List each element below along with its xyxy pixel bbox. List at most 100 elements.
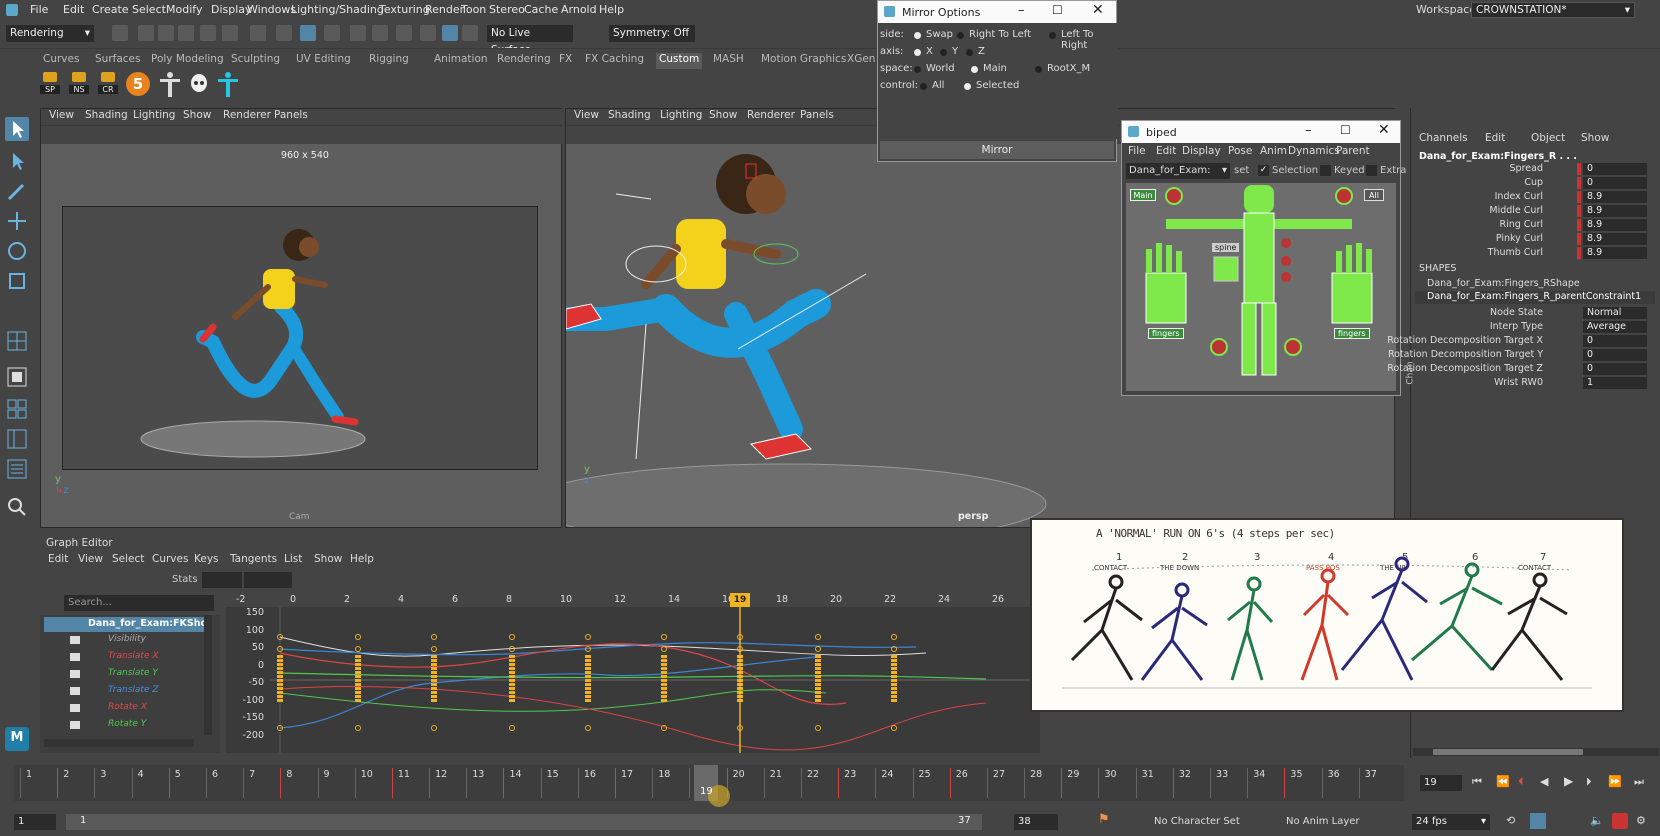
graph-key[interactable] bbox=[661, 634, 667, 640]
graph-key[interactable] bbox=[355, 671, 361, 674]
channel-row[interactable]: Index Curl 8.9 bbox=[1411, 191, 1647, 205]
status-tool-icon[interactable] bbox=[300, 25, 316, 41]
shelf-tab-motion-graphics[interactable]: Motion Graphics bbox=[758, 53, 849, 69]
graph-key[interactable] bbox=[585, 675, 591, 678]
biped-menu-dynamics[interactable]: Dynamics bbox=[1288, 145, 1340, 157]
mirror-button[interactable]: Mirror bbox=[880, 141, 1114, 159]
maximize-icon[interactable]: ☐ bbox=[1340, 123, 1351, 137]
graph-key[interactable] bbox=[277, 683, 283, 686]
shelf-sp-button[interactable]: SP bbox=[40, 71, 60, 99]
step-forward-key-icon[interactable]: ⏩ bbox=[1608, 775, 1622, 788]
graph-key[interactable] bbox=[277, 695, 283, 698]
graph-key[interactable] bbox=[815, 659, 821, 662]
channel-menu-show[interactable]: Show bbox=[1581, 132, 1609, 144]
graph-key[interactable] bbox=[509, 659, 515, 662]
graph-key[interactable] bbox=[815, 687, 821, 690]
graph-key[interactable] bbox=[277, 691, 283, 694]
graph-key[interactable] bbox=[815, 695, 821, 698]
graph-key[interactable] bbox=[661, 675, 667, 678]
graph-key[interactable] bbox=[661, 659, 667, 662]
close-icon[interactable]: ✕ bbox=[1378, 122, 1390, 138]
biped-menu-edit[interactable]: Edit bbox=[1156, 145, 1176, 157]
outliner-node-row[interactable]: Dana_for_Exam:FKShoulde bbox=[44, 617, 206, 632]
graph-key[interactable] bbox=[431, 683, 437, 686]
graph-key[interactable] bbox=[509, 687, 515, 690]
channel-value[interactable]: 0 bbox=[1583, 349, 1647, 361]
maya-ava-icon[interactable]: M bbox=[5, 727, 29, 751]
graph-key[interactable] bbox=[585, 667, 591, 670]
graph-key[interactable] bbox=[509, 675, 515, 678]
graph-key[interactable] bbox=[431, 634, 437, 640]
graph-menu-list[interactable]: List bbox=[284, 553, 302, 565]
skull-icon[interactable] bbox=[188, 73, 210, 97]
graph-key[interactable] bbox=[891, 695, 897, 698]
shelf-cr-button[interactable]: CR bbox=[98, 71, 118, 99]
graph-key[interactable] bbox=[891, 659, 897, 662]
graph-key[interactable] bbox=[815, 691, 821, 694]
status-tool-icon[interactable] bbox=[324, 25, 340, 41]
graph-key[interactable] bbox=[891, 655, 897, 658]
graph-key[interactable] bbox=[431, 655, 437, 658]
channel-row[interactable]: Middle Curl 8.9 bbox=[1411, 205, 1647, 219]
shelf-tab-xgen[interactable]: XGen bbox=[844, 53, 878, 69]
graph-key[interactable] bbox=[815, 675, 821, 678]
graph-key[interactable] bbox=[509, 679, 515, 682]
fingers-left-label[interactable]: fingers bbox=[1148, 328, 1184, 339]
graph-key[interactable] bbox=[277, 679, 283, 682]
shelf-tab-fx[interactable]: FX bbox=[556, 53, 575, 69]
namespace-select[interactable]: Dana_for_Exam: ▾ bbox=[1126, 163, 1230, 179]
close-icon[interactable]: ✕ bbox=[1092, 2, 1104, 18]
graph-key[interactable] bbox=[661, 671, 667, 674]
status-tool-icon[interactable] bbox=[442, 25, 458, 41]
workspace-select[interactable]: CROWNSTATION* ▾ bbox=[1471, 2, 1635, 18]
current-frame-marker[interactable]: 19 bbox=[730, 593, 750, 607]
graph-key[interactable] bbox=[509, 655, 515, 658]
graph-key[interactable] bbox=[661, 687, 667, 690]
lasso-tool-button[interactable] bbox=[5, 149, 29, 173]
settings-icon[interactable]: ⚙ bbox=[1636, 814, 1646, 827]
channel-menu-object[interactable]: Object bbox=[1531, 132, 1565, 144]
graph-key[interactable] bbox=[585, 671, 591, 674]
shelf-tab-fx-caching[interactable]: FX Caching bbox=[582, 53, 647, 69]
channel-row[interactable]: Rotation Decomposition Target Z0 bbox=[1387, 363, 1647, 377]
menu-windows[interactable]: Windows bbox=[247, 3, 296, 16]
symmetry-select[interactable]: Symmetry: Off bbox=[609, 25, 695, 42]
graph-key[interactable] bbox=[815, 663, 821, 666]
graph-key[interactable] bbox=[509, 725, 515, 731]
outliner-channel-row[interactable]: Visibility bbox=[40, 633, 210, 649]
layout-single-button[interactable] bbox=[5, 329, 29, 353]
graph-key[interactable] bbox=[355, 675, 361, 678]
shelf-tab-rigging[interactable]: Rigging bbox=[366, 53, 412, 69]
status-tool-icon[interactable] bbox=[372, 25, 388, 41]
channel-value[interactable]: 0 bbox=[1583, 335, 1647, 347]
status-tool-icon[interactable] bbox=[138, 25, 154, 41]
graph-key[interactable] bbox=[815, 655, 821, 658]
graph-key[interactable] bbox=[277, 663, 283, 666]
graph-key[interactable] bbox=[509, 671, 515, 674]
status-tool-icon[interactable] bbox=[396, 25, 412, 41]
mirror-radio[interactable] bbox=[964, 83, 971, 90]
graph-key[interactable] bbox=[509, 691, 515, 694]
graph-key[interactable] bbox=[431, 671, 437, 674]
shelf-ns-button[interactable]: NS bbox=[69, 71, 89, 99]
outliner-channel-row[interactable]: Translate X bbox=[40, 650, 210, 666]
go-to-start-icon[interactable]: ⏮ bbox=[1472, 775, 1482, 789]
menu-select[interactable]: Select bbox=[132, 3, 166, 16]
graph-key[interactable] bbox=[661, 691, 667, 694]
graph-key[interactable] bbox=[661, 683, 667, 686]
menu-display[interactable]: Display bbox=[211, 3, 252, 16]
status-tool-icon[interactable] bbox=[222, 25, 238, 41]
biped-menu-pose[interactable]: Pose bbox=[1228, 145, 1252, 157]
graph-key[interactable] bbox=[355, 679, 361, 682]
status-tool-icon[interactable] bbox=[158, 25, 174, 41]
menu-edit[interactable]: Edit bbox=[63, 3, 84, 16]
graph-key[interactable] bbox=[891, 667, 897, 670]
shelf-tab-surfaces[interactable]: Surfaces bbox=[92, 53, 143, 69]
menu-texturing[interactable]: Texturing bbox=[379, 3, 430, 16]
channel-row[interactable]: Thumb Curl 8.9 bbox=[1411, 247, 1647, 261]
tpose-cyan-icon[interactable] bbox=[216, 71, 240, 99]
graph-key[interactable] bbox=[431, 699, 437, 702]
channel-value[interactable]: 1 bbox=[1583, 377, 1647, 389]
status-tool-icon[interactable] bbox=[112, 25, 128, 41]
mirror-radio[interactable] bbox=[920, 83, 927, 90]
